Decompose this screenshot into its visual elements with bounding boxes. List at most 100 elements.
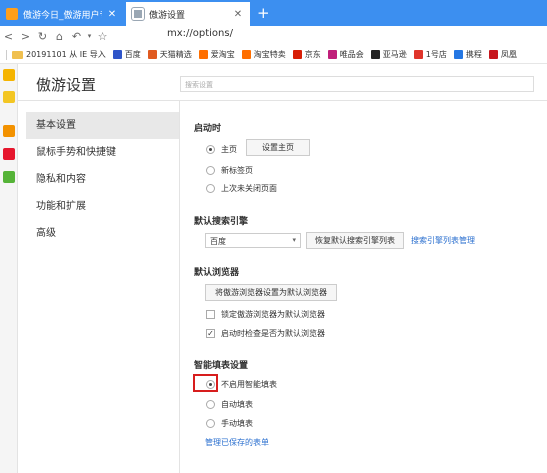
checkbox-checked[interactable]: ✓ <box>206 329 215 338</box>
radio[interactable] <box>206 400 215 409</box>
highlight-box <box>193 374 218 392</box>
bookmark-item[interactable]: 百度 <box>112 49 141 60</box>
restore-search-engines-button[interactable]: 恢复默认搜索引擎列表 <box>306 232 404 249</box>
page-title: 傲游设置 <box>36 76 97 94</box>
bookmark-item[interactable]: 京东 <box>292 49 321 60</box>
bookmark-item[interactable]: 凤凰 <box>488 49 517 60</box>
bookmark-folder-import[interactable]: 20191101 从 IE 导入 <box>26 49 106 60</box>
manage-saved-forms-link[interactable]: 管理已保存的表单 <box>205 437 269 448</box>
option-label: 上次未关闭页面 <box>221 184 277 193</box>
option-label: 新标签页 <box>221 166 253 175</box>
favorite-star-icon[interactable]: ☆ <box>94 30 111 43</box>
lock-default-browser-option[interactable]: 锁定傲游浏览器为默认浏览器 <box>206 309 325 320</box>
vip-icon <box>327 50 337 59</box>
address-toolbar: < > ↻ ⌂ ↶ ▾ ☆ mx://options/ <box>0 26 547 46</box>
bookmark-label: 携程 <box>465 50 482 59</box>
taobao-sale-icon <box>241 50 251 59</box>
checkbox[interactable] <box>206 310 215 319</box>
check-default-browser-option[interactable]: ✓ 启动时检查是否为默认浏览器 <box>206 328 325 339</box>
address-bar[interactable]: mx://options/ <box>167 28 233 39</box>
nav-item-basic[interactable]: 基本设置 <box>26 112 179 139</box>
bookmark-item[interactable]: 天猫精选 <box>147 49 192 60</box>
option-label: 启动时检查是否为默认浏览器 <box>221 329 325 338</box>
bookmark-item[interactable]: 携程 <box>453 49 482 60</box>
close-icon[interactable]: ✕ <box>106 9 118 20</box>
bookmark-item[interactable]: 爱淘宝 <box>198 49 235 60</box>
nav-item-privacy[interactable]: 隐私和内容 <box>26 166 179 193</box>
bookmark-label: 京东 <box>304 50 321 59</box>
home-icon[interactable]: ⌂ <box>51 30 68 43</box>
option-label: 手动填表 <box>221 419 253 428</box>
rss-icon[interactable] <box>3 125 15 137</box>
yhd-icon <box>413 50 423 59</box>
notes-icon[interactable] <box>3 91 15 103</box>
radio[interactable] <box>206 419 215 428</box>
bookmark-item[interactable]: 亚马逊 <box>370 49 407 60</box>
settings-search-input[interactable]: 搜索设置 <box>180 76 534 92</box>
autofill-option-auto[interactable]: 自动填表 <box>206 399 253 410</box>
bookmarks-bar: 20191101 从 IE 导入 百度 天猫精选 爱淘宝 淘宝特卖 京东 唯品会… <box>0 46 547 64</box>
autofill-section-title: 智能填表设置 <box>194 361 249 371</box>
divider <box>179 101 180 473</box>
default-browser-section-title: 默认浏览器 <box>194 268 240 278</box>
autofill-option-manual[interactable]: 手动填表 <box>206 418 253 429</box>
settings-favicon-icon <box>131 7 145 21</box>
favorites-star-icon[interactable] <box>3 69 15 81</box>
bookmark-label: 1号店 <box>425 50 447 59</box>
undo-icon[interactable]: ↶ <box>68 30 85 43</box>
bookmark-item[interactable]: 1号店 <box>413 49 447 60</box>
amazon-icon <box>370 50 380 59</box>
android-icon[interactable] <box>3 171 15 183</box>
reload-icon[interactable]: ↻ <box>34 30 51 43</box>
bookmark-label: 天猫精选 <box>159 50 192 59</box>
divider <box>6 49 7 60</box>
maxthon-favicon-icon <box>6 8 18 20</box>
option-label: 锁定傲游浏览器为默认浏览器 <box>221 310 325 319</box>
close-icon[interactable]: ✕ <box>232 9 244 20</box>
bookmark-label: 爱淘宝 <box>210 50 235 59</box>
bookmark-label: 20191101 从 IE 导入 <box>26 50 106 59</box>
search-engine-select[interactable]: 百度 ▾ <box>205 233 301 248</box>
option-label: 不启用智能填表 <box>221 380 277 389</box>
tab-maxthon-today[interactable]: 傲游今日_傲游用户专属的 ✕ <box>0 2 124 26</box>
tab-settings[interactable]: 傲游设置 ✕ <box>126 2 250 26</box>
taobao-icon <box>198 50 208 59</box>
tab-strip: 傲游今日_傲游用户专属的 ✕ 傲游设置 ✕ + <box>0 0 547 26</box>
startup-option-newtab[interactable]: 新标签页 <box>206 165 253 176</box>
ctrip-icon <box>453 50 463 59</box>
nav-item-advanced[interactable]: 高级 <box>26 220 179 247</box>
bookmark-label: 淘宝特卖 <box>253 50 286 59</box>
radio[interactable] <box>206 166 215 175</box>
set-default-browser-button[interactable]: 将傲游浏览器设置为默认浏览器 <box>205 284 337 301</box>
set-home-button[interactable]: 设置主页 <box>246 139 310 156</box>
bookmark-item[interactable]: 唯品会 <box>327 49 364 60</box>
jd-icon <box>292 50 302 59</box>
weibo-icon[interactable] <box>3 148 15 160</box>
bookmark-item[interactable]: 淘宝特卖 <box>241 49 286 60</box>
radio[interactable] <box>206 184 215 193</box>
chevron-down-icon[interactable]: ▾ <box>85 32 94 40</box>
search-engine-section-title: 默认搜索引擎 <box>194 217 249 227</box>
select-value: 百度 <box>210 237 226 246</box>
divider <box>18 100 547 101</box>
bookmark-label: 唯品会 <box>339 50 364 59</box>
startup-option-restore[interactable]: 上次未关闭页面 <box>206 183 277 194</box>
nav-item-gestures[interactable]: 鼠标手势和快捷键 <box>26 139 179 166</box>
back-icon[interactable]: < <box>0 30 17 43</box>
baidu-icon <box>112 50 122 59</box>
bookmark-label: 凤凰 <box>500 50 517 59</box>
radio-selected[interactable] <box>206 145 215 154</box>
new-tab-plus-icon[interactable]: + <box>257 4 270 22</box>
bookmark-label: 百度 <box>124 50 141 59</box>
tab-title: 傲游设置 <box>149 10 186 21</box>
manage-search-engines-link[interactable]: 搜索引擎列表管理 <box>411 235 475 246</box>
settings-nav: 基本设置 鼠标手势和快捷键 隐私和内容 功能和扩展 高级 <box>26 112 179 247</box>
tab-title: 傲游今日_傲游用户专属的 <box>23 10 102 21</box>
chevron-down-icon: ▾ <box>292 236 296 244</box>
side-panel-strip <box>0 64 18 473</box>
startup-section-title: 启动时 <box>194 124 222 134</box>
forward-icon[interactable]: > <box>17 30 34 43</box>
startup-option-home[interactable]: 主页 <box>206 144 237 155</box>
nav-item-extensions[interactable]: 功能和扩展 <box>26 193 179 220</box>
option-label: 主页 <box>221 145 237 154</box>
